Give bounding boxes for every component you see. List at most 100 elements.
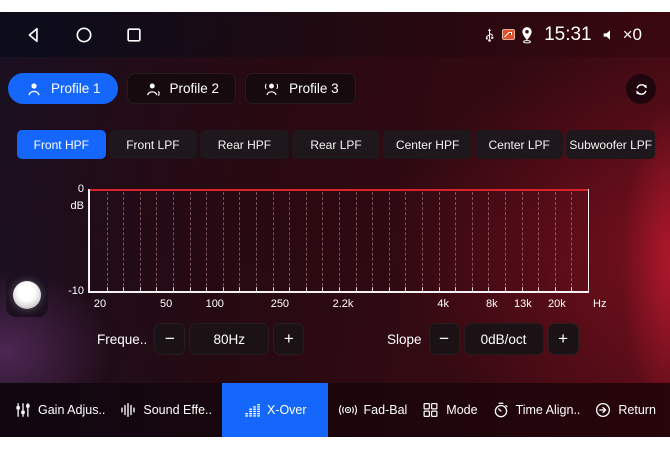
tab-label: Center LPF [489,138,550,152]
reset-button[interactable] [626,74,656,104]
grid-line [372,192,373,291]
grid-line [173,192,174,291]
grid-line [339,192,340,291]
nav-label: X-Over [267,403,307,417]
volume-knob-button[interactable] [6,273,48,317]
back-button[interactable] [22,23,45,46]
grid-line [156,192,157,291]
tab-label: Center HPF [396,138,459,152]
recents-square-icon [124,25,144,45]
y-axis-unit-label: dB [54,200,84,212]
x-tick-label: 2.2k [333,298,354,310]
tab-subwoofer-lpf[interactable]: Subwoofer LPF [566,130,655,159]
tab-label: Rear LPF [310,138,361,152]
x-tick-label: 20k [548,298,566,310]
grid-line [505,192,506,291]
grid-line [190,192,191,291]
grid-line [571,192,572,291]
y-axis-tick-0: 0 [58,183,84,195]
nav-time-align[interactable]: Time Align.. [492,383,581,437]
profile-label: Profile 1 [51,81,101,96]
crossover-filter-tabs: Front HPF Front LPF Rear HPF Rear LPF Ce… [17,130,655,159]
tab-label: Rear HPF [218,138,271,152]
grid-line [306,192,307,291]
profile-label: Profile 3 [289,81,339,96]
android-nav-buttons [0,23,145,46]
frequency-value: 80Hz [189,323,269,355]
home-button[interactable] [72,23,95,46]
profile-3-button[interactable]: Profile 3 [245,73,356,104]
sound-effects-icon [119,401,137,419]
clock: 15:31 [544,24,592,46]
grid-line [455,192,456,291]
tab-front-hpf[interactable]: Front HPF [17,130,106,159]
slope-minus-button[interactable]: − [429,323,460,355]
grid-line [140,192,141,291]
tab-rear-lpf[interactable]: Rear LPF [292,130,381,159]
slope-plus-button[interactable]: + [548,323,579,355]
equalizer-bars-icon [243,401,261,419]
profile-tabs: Profile 1 Profile 2 Profile 3 [8,73,356,104]
plus-icon: + [558,329,568,349]
nav-label: Mode [446,403,477,417]
x-tick-label: 8k [486,298,498,310]
knob-icon [13,281,41,309]
status-indicators: 15:31 ×0 [482,24,670,46]
nav-gain-adjust[interactable]: Gain Adjus.. [14,383,105,437]
slope-control: Slope − 0dB/oct + [387,323,579,355]
recents-button[interactable] [122,23,145,46]
frequency-label: Freque.. [97,332,147,347]
frequency-plus-button[interactable]: + [273,323,304,355]
y-axis-tick-minus10: -10 [54,285,84,297]
person-broadcast-icon [262,80,281,98]
profile-2-button[interactable]: Profile 2 [127,73,237,104]
x-tick-label: 100 [206,298,224,310]
nav-fad-bal[interactable]: Fad-Bal [338,383,408,437]
grid-line [289,192,290,291]
mode-grid-icon [421,401,440,419]
profile-1-button[interactable]: Profile 1 [8,73,118,104]
frequency-minus-button[interactable]: − [154,323,185,355]
stopwatch-icon [492,401,510,419]
grid-line [538,192,539,291]
grid-line [356,192,357,291]
grid-line [405,192,406,291]
speaker-muted-icon [601,27,617,43]
bottom-menu-bar: Gain Adjus.. Sound Effe.. X-Over Fad-Bal… [0,383,670,437]
nav-return[interactable]: Return [594,383,656,437]
person-speaking-icon [144,80,162,98]
grid-line [439,192,440,291]
x-tick-label: 4k [437,298,449,310]
nav-label: Time Align.. [516,403,581,417]
minus-icon: − [439,329,449,349]
x-tick-label: 20 [94,298,106,310]
tab-center-hpf[interactable]: Center HPF [383,130,472,159]
tab-front-lpf[interactable]: Front LPF [109,130,198,159]
nav-label: Gain Adjus.. [38,403,105,417]
tab-rear-hpf[interactable]: Rear HPF [200,130,289,159]
grid-line [488,192,489,291]
grid-line [239,192,240,291]
usb-icon [482,26,497,44]
status-bar: 15:31 ×0 [0,12,670,57]
grid-line [522,192,523,291]
volume-level: ×0 [623,25,642,45]
slope-value: 0dB/oct [464,323,544,355]
frequency-response-plot [88,189,589,293]
nav-sound-effects[interactable]: Sound Effe.. [119,383,212,437]
head-unit-screen: 15:31 ×0 Profile 1 Profile 2 Profile 3 F… [0,12,670,437]
tab-label: Front HPF [34,138,89,152]
plus-icon: + [284,329,294,349]
x-tick-label: 250 [271,298,289,310]
grid-line [223,192,224,291]
tab-center-lpf[interactable]: Center LPF [475,130,564,159]
nav-mode[interactable]: Mode [421,383,477,437]
home-circle-icon [74,25,94,45]
tab-label: Subwoofer LPF [569,138,652,152]
grid-line [206,192,207,291]
nav-x-over[interactable]: X-Over [222,383,328,437]
return-arrow-icon [594,401,612,419]
response-curve [90,189,588,191]
tab-label: Front LPF [126,138,179,152]
refresh-icon [633,81,650,98]
